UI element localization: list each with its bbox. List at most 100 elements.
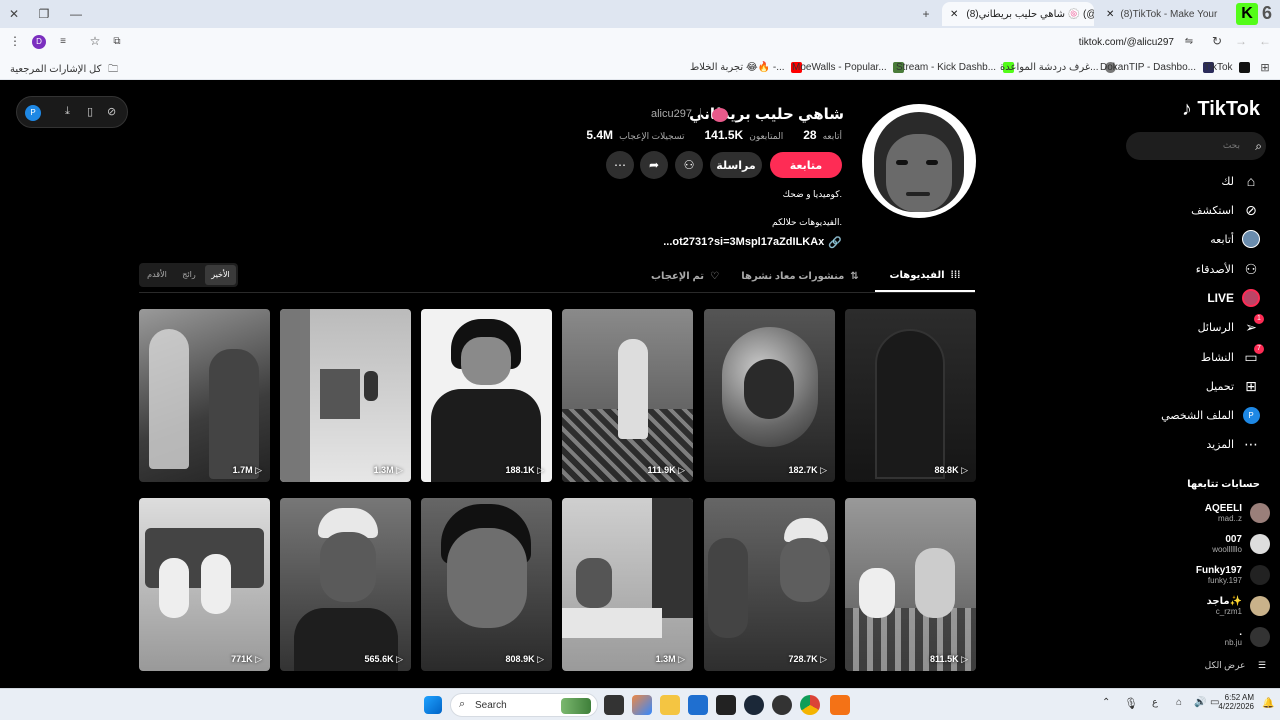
obs-icon[interactable] [772,695,792,715]
cake-emoji-icon [712,108,728,122]
grid-icon: ⁞⁞⁞ [950,269,961,281]
sidebar-item-activity[interactable]: النشاط ▭ 7 [1201,344,1264,366]
apps-grid-icon[interactable]: ⊞ [1258,60,1272,74]
tab-liked[interactable]: تم الإعجاب ♡ [640,260,730,292]
video-thumbnail[interactable]: 1.3M ▷ [562,498,693,671]
sidebar-item-friends[interactable]: الأصدقاء ⚇ [1196,260,1260,278]
extension-avatar[interactable]: P [25,105,41,121]
close-tab-icon[interactable]: ✕ [950,9,958,20]
tab-label: منشورات معاد نشرها [741,270,845,282]
share-icon[interactable]: ➦ [640,151,668,179]
tab-videos[interactable]: الفيديوهات ⁞⁞⁞ [875,260,975,292]
video-thumbnail[interactable]: 111.9K ▷ [562,309,693,482]
edge-icon[interactable] [688,695,708,715]
new-tab-icon[interactable]: + [918,6,934,22]
video-thumbnail[interactable]: 1.7M ▷ [139,309,270,482]
video-thumbnail[interactable]: 728.7K ▷ [704,498,835,671]
file-explorer-icon[interactable] [660,695,680,715]
url-field[interactable]: tiktok.com/@alicu297 [1079,37,1174,48]
profile-avatar[interactable] [862,104,976,218]
see-all-link[interactable]: عرض الكل ☰ [1205,660,1266,671]
copilot-icon[interactable] [632,695,652,715]
taskbar-search[interactable]: ⌕ Search [450,693,598,717]
chrome-icon[interactable] [800,695,820,715]
compass-icon[interactable]: ⊘ [107,105,116,118]
tab-tiktok-profile[interactable]: ✕ (8)شاهي حليب بريطاني 🍥 (@ [942,2,1094,26]
browser-menu-icon[interactable]: ⋮ [8,34,22,48]
forward-icon[interactable]: → [1234,34,1248,48]
search-highlight-icon [561,698,591,714]
bookmark-label: Stream - Kick Dashb... [896,62,997,74]
more-options-icon[interactable]: ⋯ [606,151,634,179]
sidebar-item-following[interactable]: أتابعه [1210,230,1260,248]
clock[interactable]: 6:52 AM 4/22/2026 [1214,693,1254,711]
follow-button[interactable]: متابعة [770,152,842,178]
search-input[interactable]: ⌕ بحث [1126,132,1266,160]
profile-link[interactable]: ...ot2731?si=3Mspl17aZdILKAx 🔗 [663,236,842,249]
video-thumbnail[interactable]: 771K ▷ [139,498,270,671]
following-account[interactable]: Funky197 funky.197 [1196,565,1270,585]
video-thumbnail[interactable]: 1.3M ▷ [280,309,411,482]
notifications-icon[interactable]: 🔔 [1262,698,1274,709]
sidebar-item-upload[interactable]: تحميل ⊞ [1206,377,1260,395]
close-window-icon[interactable]: ✕ [6,6,22,22]
site-settings-icon[interactable]: ⇋ [1182,34,1196,48]
windows-start-icon[interactable] [424,696,442,714]
sidebar-item-explore[interactable]: استكشف ⊘ [1191,201,1260,219]
sidebar-item-foryou[interactable]: لك ⌂ [1221,172,1260,190]
bookmark-item[interactable]: MoeWalls - Popular... [792,62,908,73]
following-account[interactable]: AQEELI mad..z [1205,503,1270,523]
video-thumbnail[interactable]: 188.1K ▷ [421,309,552,482]
sort-oldest[interactable]: الأقدم [143,265,171,285]
kick-icon[interactable]: K [1236,3,1258,25]
tab-tiktok-home[interactable]: ✕ (8)TikTok - Make Your Day [1098,2,1218,26]
task-view-icon[interactable] [604,695,624,715]
tab-counter[interactable]: 6 [1262,3,1272,24]
install-app-icon[interactable]: ⧉ [110,34,124,48]
video-thumbnail[interactable]: 182.7K ▷ [704,309,835,482]
microphone-icon[interactable]: 🎙 [1124,697,1138,710]
sidebar-item-more[interactable]: المزيد ⋯ [1206,435,1260,453]
app-icon[interactable] [830,695,850,715]
following-account[interactable]: ماجد✨ c_rzm1 [1207,596,1270,616]
network-icon[interactable]: ⌂ [1176,697,1182,708]
account-handle: c_rzm1 [1215,607,1242,616]
sort-latest[interactable]: الأخير [205,265,236,285]
download-icon[interactable]: ⤓ [65,105,70,118]
back-icon[interactable]: ← [1258,34,1272,48]
phone-icon[interactable]: ▯ [87,105,93,118]
chevron-up-icon[interactable]: ⌃ [1102,697,1110,708]
video-thumbnail[interactable]: 88.8K ▷ [845,309,976,482]
language-indicator[interactable]: ع [1152,697,1158,708]
reload-icon[interactable]: ↻ [1210,34,1224,48]
following-account[interactable]: 007 woollllllo [1212,534,1270,554]
sidebar-item-live[interactable]: LIVE [1207,289,1260,307]
video-thumbnail[interactable]: 565.6K ▷ [280,498,411,671]
sidebar-item-profile[interactable]: الملف الشخصي P [1161,406,1260,424]
minimize-window-icon[interactable]: — [68,6,84,22]
app-icon[interactable] [716,695,736,715]
account-name: 007 [1225,534,1242,545]
bookmark-star-icon[interactable]: ☆ [88,34,102,48]
add-friend-icon[interactable]: ⚇ [675,151,703,179]
video-thumbnail[interactable]: 811.5K ▷ [845,498,976,671]
tab-reposts[interactable]: منشورات معاد نشرها ⇅ [740,260,860,292]
profile-avatar[interactable]: D [32,35,46,49]
close-tab-icon[interactable]: ✕ [1106,9,1114,20]
video-thumbnail[interactable]: 808.9K ▷ [421,498,552,671]
all-bookmarks[interactable]: كل الإشارات المرجعية 🗀 [10,62,118,79]
search-icon[interactable]: ⌕ [1255,139,1262,154]
bookmark-item[interactable]: تجربة الخلاط 😂🔥 -... [690,62,806,73]
following-account[interactable]: . nb.ju [1225,627,1270,647]
message-button[interactable]: مراسلة [710,152,762,178]
sidebar-item-messages[interactable]: الرسائل ➢ 1 [1198,314,1264,336]
bookmark-item[interactable]: TikTok [1204,62,1254,73]
view-count: 1.3M ▷ [655,654,685,664]
volume-icon[interactable]: 🔊 [1194,697,1206,708]
sort-popular[interactable]: رائج [175,265,203,285]
steam-icon[interactable] [744,695,764,715]
restore-window-icon[interactable]: ❐ [36,6,52,22]
tiktok-logo[interactable]: ♪ TikTok [1182,98,1260,121]
media-icon[interactable]: ≡ [56,34,70,48]
bookmark-item[interactable]: DokanTIP - Dashbo... [1100,62,1218,73]
